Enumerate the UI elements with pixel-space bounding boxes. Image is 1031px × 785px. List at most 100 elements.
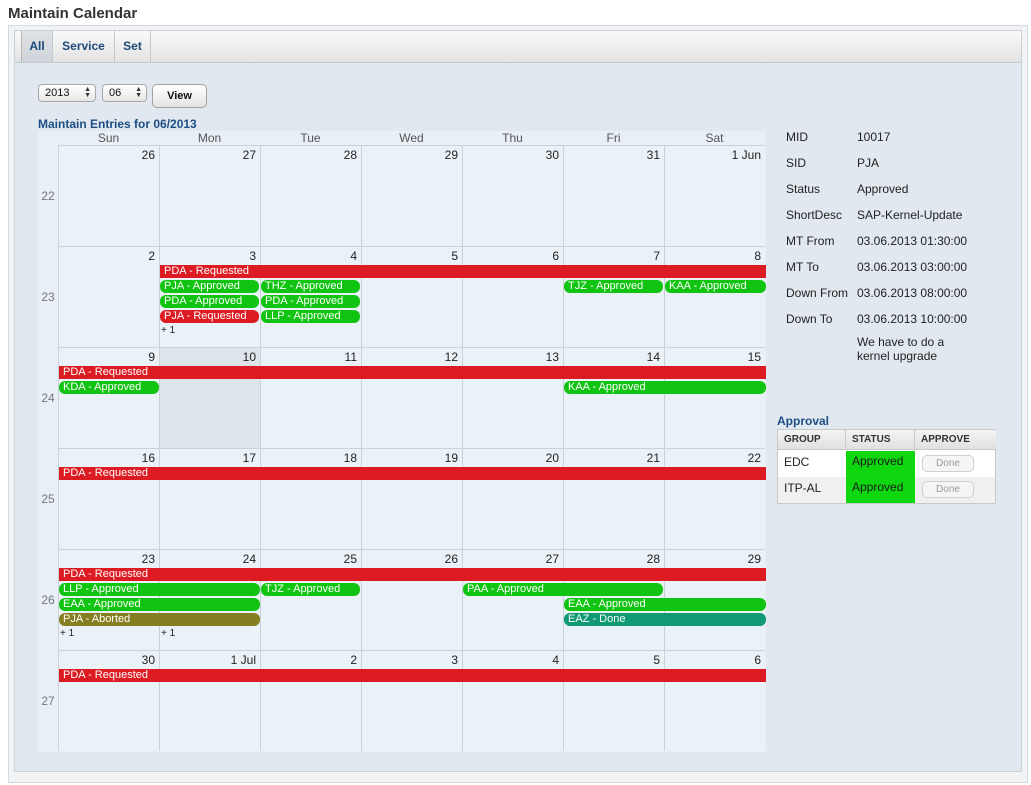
year-select-value: 2013 bbox=[45, 87, 70, 99]
day-number: 26 bbox=[141, 148, 155, 162]
day-cell[interactable]: 7 bbox=[563, 246, 664, 347]
detail-label: Down From bbox=[786, 286, 849, 300]
day-cell[interactable]: 11 bbox=[260, 347, 361, 448]
event-aborted[interactable]: PJA - Aborted bbox=[59, 613, 260, 626]
day-number: 20 bbox=[545, 451, 559, 465]
tab-service[interactable]: Service bbox=[53, 31, 115, 62]
year-select[interactable]: 2013 ▲ ▼ bbox=[38, 84, 96, 102]
day-number: 15 bbox=[747, 350, 761, 364]
detail-label: Status bbox=[786, 182, 821, 196]
day-number: 11 bbox=[344, 350, 357, 364]
day-cell[interactable]: 17 bbox=[159, 448, 260, 549]
event-approved[interactable]: THZ - Approved bbox=[261, 280, 360, 293]
day-cell[interactable]: 2 bbox=[58, 246, 159, 347]
event-approved[interactable]: TJZ - Approved bbox=[564, 280, 663, 293]
tab-bar: All Service Set bbox=[15, 31, 1021, 63]
day-cell[interactable]: 12 bbox=[361, 347, 462, 448]
event-approved[interactable]: KAA - Approved bbox=[665, 280, 766, 293]
approval-header-approve: APPROVE bbox=[915, 430, 996, 450]
approval-done-button[interactable]: Done bbox=[922, 455, 974, 472]
day-cell[interactable]: 18 bbox=[260, 448, 361, 549]
week-number: 25 bbox=[41, 492, 55, 506]
day-cell[interactable]: 13 bbox=[462, 347, 563, 448]
day-cell[interactable]: 8 bbox=[664, 246, 765, 347]
day-number: 29 bbox=[444, 148, 458, 162]
day-cell[interactable]: 5 bbox=[361, 246, 462, 347]
day-header-tue: Tue bbox=[300, 131, 321, 145]
more-events-link[interactable]: + 1 bbox=[161, 628, 175, 639]
day-number: 2 bbox=[148, 249, 155, 263]
day-cell-selected[interactable]: 10 bbox=[159, 347, 260, 448]
day-number: 24 bbox=[242, 552, 256, 566]
event-approved[interactable]: EAA - Approved bbox=[564, 598, 766, 611]
day-cell[interactable]: 1 Jun bbox=[664, 145, 765, 246]
detail-value: 03.06.2013 03:00:00 bbox=[857, 260, 968, 274]
day-cell[interactable]: 21 bbox=[563, 448, 664, 549]
day-cell[interactable]: 30 bbox=[58, 650, 159, 751]
day-cell[interactable]: 22 bbox=[664, 448, 765, 549]
day-cell[interactable]: 1 Jul bbox=[159, 650, 260, 751]
day-cell[interactable]: 31 bbox=[563, 145, 664, 246]
day-cell[interactable]: 26 bbox=[58, 145, 159, 246]
event-approved[interactable]: LLP - Approved bbox=[59, 583, 260, 596]
day-header-sun: Sun bbox=[97, 131, 120, 145]
day-cell[interactable]: 6 bbox=[462, 246, 563, 347]
detail-label: MT To bbox=[786, 260, 819, 274]
event-approved[interactable]: PDA - Approved bbox=[160, 295, 259, 308]
event-approved[interactable]: PJA - Approved bbox=[160, 280, 259, 293]
day-number: 30 bbox=[545, 148, 559, 162]
event-approved[interactable]: EAA - Approved bbox=[59, 598, 260, 611]
day-cell[interactable]: 29 bbox=[361, 145, 462, 246]
day-number: 6 bbox=[754, 653, 761, 667]
day-number: 18 bbox=[343, 451, 357, 465]
event-bar-requested[interactable]: PDA - Requested bbox=[59, 366, 766, 379]
view-button[interactable]: View bbox=[152, 84, 207, 108]
month-select-value: 06 bbox=[109, 87, 122, 99]
event-bar-requested[interactable]: PDA - Requested bbox=[59, 568, 766, 581]
more-events-link[interactable]: + 1 bbox=[60, 628, 74, 639]
event-approved[interactable]: TJZ - Approved bbox=[261, 583, 360, 596]
detail-label: SID bbox=[786, 156, 807, 170]
day-cell[interactable]: 14 bbox=[563, 347, 664, 448]
day-cell[interactable]: 2 bbox=[260, 650, 361, 751]
event-bar-requested[interactable]: PDA - Requested bbox=[59, 669, 766, 682]
day-cell[interactable]: 9 bbox=[58, 347, 159, 448]
day-cell[interactable]: 25 bbox=[260, 549, 361, 650]
day-cell[interactable]: 30 bbox=[462, 145, 563, 246]
event-approved[interactable]: PDA - Approved bbox=[261, 295, 360, 308]
event-approved[interactable]: KDA - Approved bbox=[59, 381, 159, 394]
day-cell[interactable]: 26 bbox=[361, 549, 462, 650]
event-bar-requested[interactable]: PDA - Requested bbox=[160, 265, 766, 278]
day-cell[interactable]: 6 bbox=[664, 650, 765, 751]
more-events-link[interactable]: + 1 bbox=[161, 325, 175, 336]
day-cell[interactable]: 20 bbox=[462, 448, 563, 549]
event-approved[interactable]: PAA - Approved bbox=[463, 583, 663, 596]
event-approved[interactable]: LLP - Approved bbox=[261, 310, 360, 323]
day-cell[interactable]: 4 bbox=[462, 650, 563, 751]
day-cell[interactable]: 19 bbox=[361, 448, 462, 549]
day-cell[interactable]: 5 bbox=[563, 650, 664, 751]
day-cell[interactable]: 3 bbox=[361, 650, 462, 751]
detail-label: MID bbox=[786, 130, 808, 144]
approval-status: Approved bbox=[846, 477, 915, 503]
approval-header-status: STATUS bbox=[846, 430, 915, 450]
day-cell[interactable]: 27 bbox=[462, 549, 563, 650]
event-bar-requested[interactable]: PDA - Requested bbox=[59, 467, 766, 480]
day-cell[interactable]: 27 bbox=[159, 145, 260, 246]
month-select[interactable]: 06 ▲ ▼ bbox=[102, 84, 147, 102]
day-header-fri: Fri bbox=[606, 131, 621, 145]
calendar-grid: Sun Mon Tue Wed Thu Fri Sat 22 23 24 25 … bbox=[38, 131, 766, 752]
day-header-wed: Wed bbox=[399, 131, 424, 145]
day-cell[interactable]: 16 bbox=[58, 448, 159, 549]
event-approved[interactable]: KAA - Approved bbox=[564, 381, 766, 394]
event-requested[interactable]: PJA - Requested bbox=[160, 310, 259, 323]
approval-done-button[interactable]: Done bbox=[922, 481, 974, 498]
day-cell[interactable]: 15 bbox=[664, 347, 765, 448]
day-cell[interactable]: 28 bbox=[260, 145, 361, 246]
tab-all[interactable]: All bbox=[21, 31, 53, 62]
event-done[interactable]: EAZ - Done bbox=[564, 613, 766, 626]
day-number: 27 bbox=[545, 552, 559, 566]
day-number: 4 bbox=[350, 249, 357, 263]
tab-set[interactable]: Set bbox=[115, 31, 151, 62]
week-number: 24 bbox=[41, 391, 55, 405]
